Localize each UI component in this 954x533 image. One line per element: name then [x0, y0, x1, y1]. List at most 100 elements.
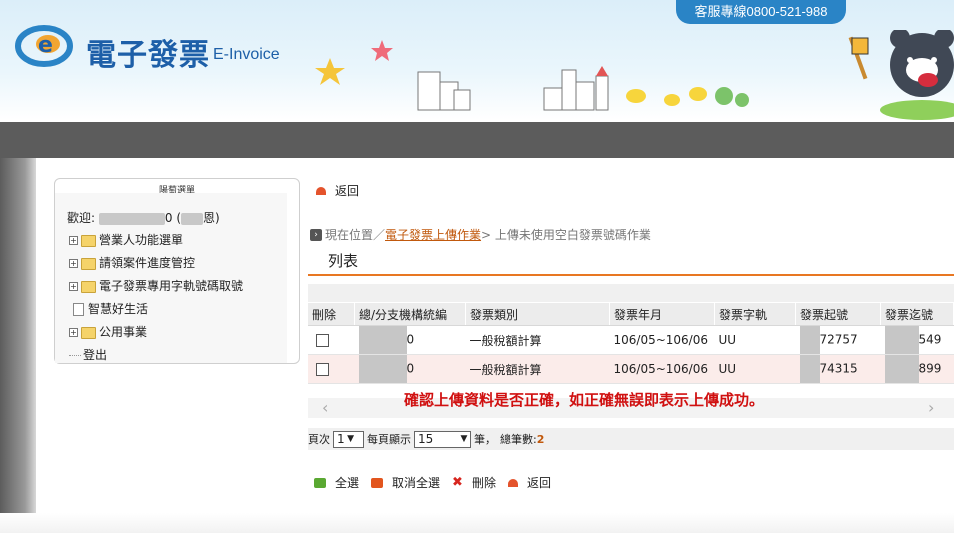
sidebar-item-business-menu[interactable]: + 營業人功能選單 — [69, 229, 243, 252]
welcome-mid: 0 ( — [164, 211, 182, 225]
unit-id-cell: 0 — [354, 325, 466, 355]
period-cell: 106/05~106/06 — [609, 325, 715, 355]
delete-button[interactable]: ✖ 刪除 — [452, 474, 496, 491]
redacted-value — [884, 326, 919, 354]
redacted-value — [799, 326, 820, 354]
breadcrumb-link[interactable]: 電子發票上傳作業 — [385, 226, 481, 243]
sidebar-item-smart-life[interactable]: 智慧好生活 — [69, 298, 243, 321]
star-icon — [371, 40, 393, 61]
expand-icon[interactable]: + — [69, 282, 78, 291]
expand-icon[interactable]: + — [69, 259, 78, 268]
star-icon — [315, 58, 345, 85]
header-divider-band — [0, 122, 954, 158]
sidebar-item-logout[interactable]: 登出 — [69, 344, 243, 367]
total-count: 2 — [536, 432, 545, 446]
per-page-unit: 筆， — [474, 433, 496, 446]
tree-connector — [69, 355, 81, 356]
back-label: 返回 — [335, 184, 360, 198]
chevron-down-icon: ▼ — [460, 434, 468, 444]
uncheck-icon — [371, 477, 384, 488]
invoice-table: 刪除 總/分支機構統編 發票類別 發票年月 發票字軌 發票起號 發票迄號 0 一… — [308, 303, 954, 384]
site-subtitle: E-Invoice — [213, 46, 280, 63]
per-page-select[interactable]: 15 ▼ — [414, 430, 471, 448]
expand-icon[interactable]: + — [69, 328, 78, 337]
per-page-label: 每頁顯示 — [367, 433, 411, 446]
category-cell: 一般稅額計算 — [465, 325, 610, 355]
table-toolbar — [308, 284, 954, 302]
left-shadow-bar — [0, 158, 36, 513]
redacted-value — [358, 326, 407, 354]
upload-confirm-notice: 確認上傳資料是否正確，如正確無誤即表示上傳成功。 — [404, 391, 765, 409]
expand-icon[interactable]: + — [69, 236, 78, 245]
scroll-left-icon[interactable]: ‹ — [322, 398, 328, 417]
col-start-no: 發票起號 — [795, 303, 881, 326]
chevron-down-icon: ▼ — [347, 434, 355, 444]
start-no-suffix: 74315 — [819, 361, 858, 376]
unit-id-cell: 0 — [354, 354, 466, 384]
back-arrow-icon — [316, 186, 326, 195]
redacted-value — [358, 355, 407, 383]
welcome-suffix: 恩) — [203, 211, 220, 225]
e-invoice-logo-icon: e — [15, 25, 73, 67]
row-select-cell — [308, 354, 355, 384]
period-cell: 106/05~106/06 — [609, 354, 715, 384]
start-no-suffix: 72757 — [819, 332, 858, 347]
tab-divider — [308, 274, 954, 276]
sidebar-panel: 歡迎: 0 ( 恩) + 營業人功能選單 + 請領案件進度管控 + 電子發票專用字… — [55, 193, 287, 363]
header-illustration — [315, 30, 954, 120]
menu-tree: + 營業人功能選單 + 請領案件進度管控 + 電子發票專用字軌號碼取號 智慧好生… — [69, 229, 243, 367]
sidebar-item-label: 電子發票專用字軌號碼取號 — [99, 279, 244, 293]
col-unit-id: 總/分支機構統編 — [354, 303, 466, 326]
back-link-top[interactable]: 返回 — [316, 182, 359, 199]
sidebar-menu: 陽萄選單 歡迎: 0 (恩) + 營業人功能選單 + 請領案件進度管控 + 電子… — [54, 178, 300, 364]
sidebar-item-track-number[interactable]: + 電子發票專用字軌號碼取號 — [69, 275, 243, 298]
redacted-user-id — [98, 212, 165, 225]
folder-icon — [81, 326, 96, 339]
unit-id-suffix: 0 — [406, 361, 415, 376]
scroll-right-icon[interactable]: › — [928, 398, 934, 417]
site-title: 電子發票 — [86, 38, 210, 73]
col-category: 發票類別 — [465, 303, 610, 326]
end-no-cell: 899 — [880, 354, 954, 384]
redacted-value — [799, 355, 820, 383]
start-no-cell: 74315 — [795, 354, 881, 384]
tab-list[interactable]: 列表 — [328, 250, 358, 271]
col-delete: 刪除 — [308, 303, 355, 326]
page-select-value: 1 — [337, 432, 345, 446]
document-icon — [73, 303, 84, 316]
end-no-cell: 549 — [880, 325, 954, 355]
sidebar-item-case-progress[interactable]: + 請領案件進度管控 — [69, 252, 243, 275]
row-select-cell — [308, 325, 355, 355]
bulk-actions: 全選 取消全選 ✖ 刪除 返回 — [314, 474, 563, 491]
deselect-all-button[interactable]: 取消全選 — [371, 474, 440, 491]
pagination-bar: 頁次 1 ▼ 每頁顯示 15 ▼ 筆， 總筆數: 2 — [308, 428, 954, 450]
table-row: 0 一般稅額計算 106/05~106/06 UU 72757 549 — [308, 325, 954, 355]
category-cell: 一般稅額計算 — [465, 354, 610, 384]
table-header-row: 刪除 總/分支機構統編 發票類別 發票年月 發票字軌 發票起號 發票迄號 — [308, 303, 954, 326]
unit-id-suffix: 0 — [406, 332, 415, 347]
back-arrow-icon — [507, 478, 518, 487]
redacted-value — [884, 355, 919, 383]
breadcrumb-prefix: 現在位置／ — [325, 228, 386, 242]
track-cell: UU — [714, 325, 796, 355]
back-button[interactable]: 返回 — [507, 474, 551, 491]
site-header: e 電子發票 E-Invoice 客服專線0800-521-988 — [0, 0, 954, 120]
sidebar-item-label: 請領案件進度管控 — [99, 256, 196, 270]
redacted-user-name — [181, 212, 204, 225]
sidebar-item-label: 登出 — [83, 348, 108, 362]
track-cell: UU — [714, 354, 796, 384]
checkmark-icon — [314, 477, 326, 488]
svg-text:e: e — [38, 33, 53, 58]
select-all-button[interactable]: 全選 — [314, 474, 359, 491]
select-all-label: 全選 — [335, 476, 360, 490]
page-select[interactable]: 1 ▼ — [333, 430, 364, 448]
page-label: 頁次 — [308, 433, 330, 446]
sidebar-item-utilities[interactable]: + 公用事業 — [69, 321, 243, 344]
row-checkbox[interactable] — [316, 334, 329, 347]
welcome-prefix: 歡迎: — [67, 211, 96, 225]
deselect-all-label: 取消全選 — [392, 476, 441, 490]
sidebar-item-label: 營業人功能選單 — [99, 233, 184, 247]
row-checkbox[interactable] — [316, 363, 329, 376]
end-no-suffix: 549 — [918, 332, 942, 347]
customer-hotline: 客服專線0800-521-988 — [676, 0, 846, 24]
